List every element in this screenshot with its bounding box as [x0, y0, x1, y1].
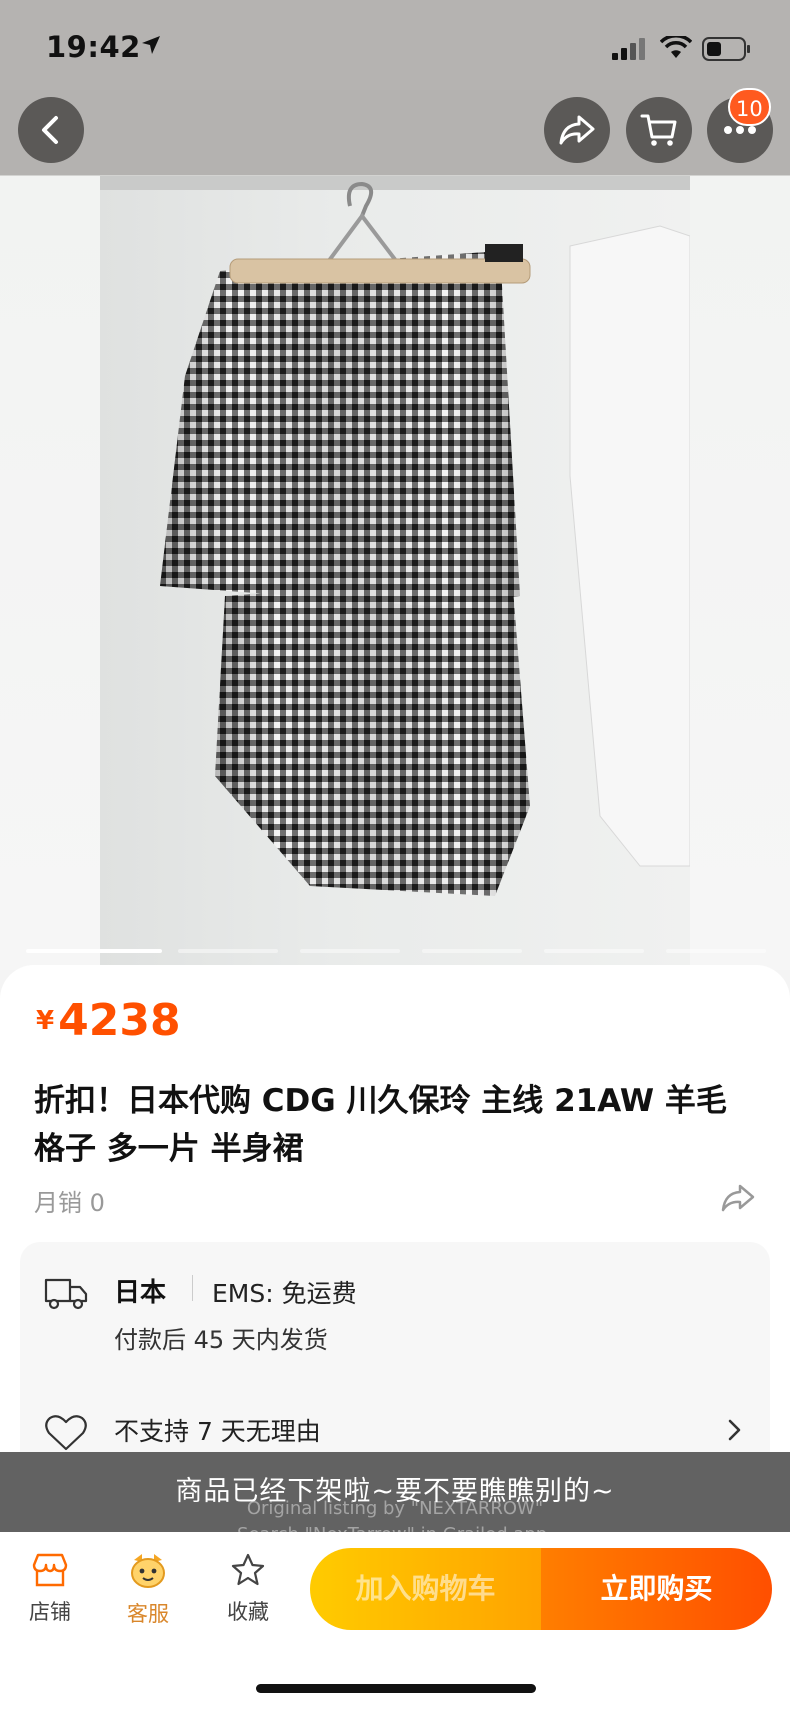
- currency-symbol: ¥: [36, 1006, 55, 1036]
- battery-icon: [702, 37, 750, 61]
- product-gallery[interactable]: [0, 90, 790, 970]
- ship-origin: 日本: [114, 1278, 167, 1308]
- gallery-pager-dot: [422, 949, 522, 953]
- store-label: 店铺: [29, 1600, 71, 1624]
- product-photo: [100, 176, 690, 970]
- price: ¥4238: [36, 995, 181, 1046]
- status-time: 19:42: [46, 30, 141, 64]
- favorite-label: 收藏: [227, 1600, 269, 1624]
- service-label: 客服: [127, 1602, 169, 1626]
- back-button[interactable]: [18, 97, 84, 163]
- ship-method: EMS: 免运费: [212, 1279, 357, 1308]
- buy-now-button[interactable]: 立即购买: [541, 1548, 772, 1630]
- watermark-line: Original listing by "NEXTARROW": [246, 1498, 544, 1519]
- watermark-line: Search "NexTarrow" in Grailed app.: [237, 1524, 553, 1545]
- store-tab[interactable]: 店铺: [10, 1552, 90, 1626]
- location-arrow-icon: [142, 36, 160, 54]
- store-icon: [32, 1553, 68, 1587]
- heart-shield-icon: [45, 1415, 87, 1451]
- cellular-signal-icon: [612, 38, 645, 60]
- share-icon[interactable]: [720, 1183, 756, 1213]
- price-value: 4238: [58, 995, 181, 1046]
- wifi-icon: [660, 36, 692, 58]
- watermark: Original listing by "NEXTARROW" Search "…: [0, 1496, 790, 1548]
- star-icon: [231, 1553, 265, 1586]
- gallery-pager-dot: [666, 949, 766, 953]
- top-navigation: 10: [0, 88, 790, 176]
- chevron-right-icon[interactable]: [726, 1418, 742, 1442]
- shopping-cart-icon: [640, 114, 677, 146]
- cart-button[interactable]: [626, 97, 692, 163]
- home-indicator: [256, 1684, 536, 1693]
- add-to-cart-button[interactable]: 加入购物车: [310, 1548, 541, 1630]
- gallery-pager-dot: [178, 949, 278, 953]
- service-mascot-icon: [131, 1554, 165, 1588]
- cart-count-badge: 10: [728, 88, 771, 126]
- bottom-action-bar: 店铺 客服 收藏 加入购物车 立即购买: [0, 1532, 790, 1710]
- monthly-sales: 月销 0: [34, 1189, 105, 1217]
- purchase-buttons: 加入购物车 立即购买: [310, 1548, 772, 1630]
- gallery-pager-active: [26, 949, 162, 953]
- status-bar: 19:42: [0, 0, 790, 90]
- product-info-card: ¥4238 折扣！日本代购 CDG 川久保玲 主线 21AW 羊毛格子 多一片 …: [0, 965, 790, 1542]
- customer-service-tab[interactable]: 客服: [108, 1552, 188, 1628]
- favorite-tab[interactable]: 收藏: [208, 1552, 288, 1626]
- share-arrow-icon: [559, 115, 595, 145]
- truck-icon: [44, 1278, 88, 1310]
- skirt-image: [100, 176, 690, 896]
- gallery-pager-dot: [300, 949, 400, 953]
- gallery-pager-dot: [544, 949, 644, 953]
- product-title: 折扣！日本代购 CDG 川久保玲 主线 21AW 羊毛格子 多一片 半身裙: [34, 1083, 727, 1167]
- return-policy[interactable]: 不支持 7 天无理由: [114, 1412, 321, 1448]
- divider: [192, 1275, 193, 1301]
- chevron-left-icon: [42, 116, 58, 144]
- dispatch-time: 付款后 45 天内发货: [114, 1326, 328, 1354]
- share-button[interactable]: [544, 97, 610, 163]
